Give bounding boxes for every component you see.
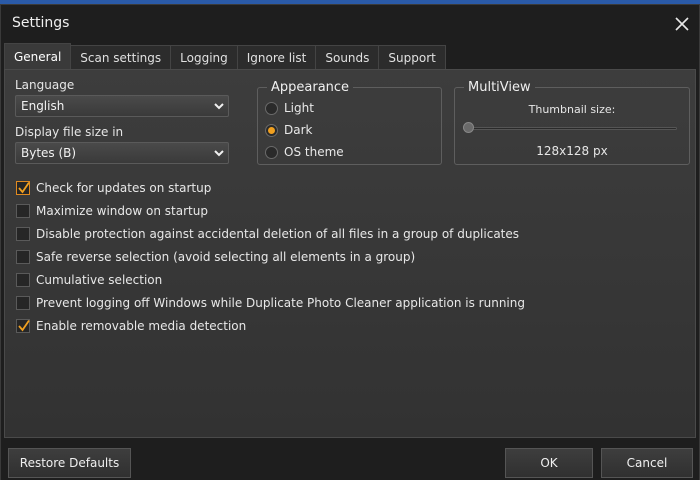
checkmark-icon <box>18 181 30 194</box>
disable-protection-option[interactable]: Disable protection against accidental de… <box>16 225 519 243</box>
thumbnail-size-slider[interactable] <box>463 121 677 135</box>
cancel-button[interactable]: Cancel <box>601 448 693 478</box>
chevron-down-icon <box>214 103 224 110</box>
tab-bar: General Scan settings Logging Ignore lis… <box>4 43 446 69</box>
safe-reverse-selection-label: Safe reverse selection (avoid selecting … <box>36 250 416 264</box>
general-panel: Language English Display file size in By… <box>4 69 696 438</box>
restore-defaults-button[interactable]: Restore Defaults <box>8 448 131 478</box>
maximize-window-option[interactable]: Maximize window on startup <box>16 202 208 220</box>
radio-label-dark: Dark <box>284 123 313 137</box>
check-updates-checkbox[interactable] <box>16 181 30 195</box>
slider-track <box>463 127 677 130</box>
window-title: Settings <box>12 15 70 31</box>
thumbnail-size-value: 128x128 px <box>536 144 608 158</box>
title-bar: Settings <box>1 5 699 41</box>
thumbnail-size-label: Thumbnail size: <box>528 103 616 116</box>
safe-reverse-selection-checkbox[interactable] <box>16 250 30 264</box>
radio-label-light: Light <box>284 101 314 115</box>
settings-window: Settings General Scan settings Logging I… <box>0 4 700 480</box>
tab-sounds[interactable]: Sounds <box>315 45 380 69</box>
cumulative-selection-checkbox[interactable] <box>16 273 30 287</box>
cumulative-selection-option[interactable]: Cumulative selection <box>16 271 162 289</box>
safe-reverse-selection-option[interactable]: Safe reverse selection (avoid selecting … <box>16 248 415 266</box>
radio-label-os-theme: OS theme <box>284 145 344 159</box>
prevent-logoff-label: Prevent logging off Windows while Duplic… <box>36 296 525 310</box>
removable-media-label: Enable removable media detection <box>36 319 247 333</box>
maximize-window-label: Maximize window on startup <box>36 204 208 218</box>
disable-protection-label: Disable protection against accidental de… <box>36 227 520 241</box>
radio-light[interactable] <box>265 101 278 115</box>
tab-logging[interactable]: Logging <box>170 45 238 69</box>
removable-media-checkbox[interactable] <box>16 319 30 333</box>
dialog-footer: Restore Defaults OK Cancel <box>1 439 699 480</box>
maximize-window-checkbox[interactable] <box>16 204 30 218</box>
appearance-title: Appearance <box>267 80 354 95</box>
file-size-label: Display file size in <box>15 125 124 139</box>
ok-button[interactable]: OK <box>505 448 593 478</box>
check-updates-option[interactable]: Check for updates on startup <box>16 179 211 197</box>
close-button[interactable] <box>671 13 693 35</box>
appearance-dark-option[interactable]: Dark <box>265 121 312 139</box>
file-size-value: Bytes (B) <box>21 146 77 160</box>
language-select[interactable]: English <box>15 95 229 117</box>
close-icon <box>675 17 689 31</box>
prevent-logoff-option[interactable]: Prevent logging off Windows while Duplic… <box>16 294 525 312</box>
removable-media-option[interactable]: Enable removable media detection <box>16 317 246 335</box>
appearance-os-theme-option[interactable]: OS theme <box>265 143 344 161</box>
file-size-select[interactable]: Bytes (B) <box>15 142 229 164</box>
slider-thumb[interactable] <box>463 122 474 133</box>
tab-general[interactable]: General <box>4 43 72 69</box>
cumulative-selection-label: Cumulative selection <box>36 273 163 287</box>
prevent-logoff-checkbox[interactable] <box>16 296 30 310</box>
multiview-group: MultiView Thumbnail size: 128x128 px <box>454 80 690 165</box>
check-updates-label: Check for updates on startup <box>36 181 212 195</box>
disable-protection-checkbox[interactable] <box>16 227 30 241</box>
language-value: English <box>21 99 65 113</box>
tab-support[interactable]: Support <box>378 45 446 69</box>
tab-scan-settings[interactable]: Scan settings <box>70 45 172 69</box>
appearance-light-option[interactable]: Light <box>265 99 314 117</box>
appearance-group: Appearance Light Dark OS theme <box>257 80 442 165</box>
radio-dark[interactable] <box>265 123 278 137</box>
multiview-title: MultiView <box>464 80 535 95</box>
language-label: Language <box>15 78 75 92</box>
checkmark-icon <box>18 319 30 332</box>
radio-os-theme[interactable] <box>265 145 278 159</box>
tab-ignore-list[interactable]: Ignore list <box>236 45 317 69</box>
chevron-down-icon <box>214 150 224 157</box>
